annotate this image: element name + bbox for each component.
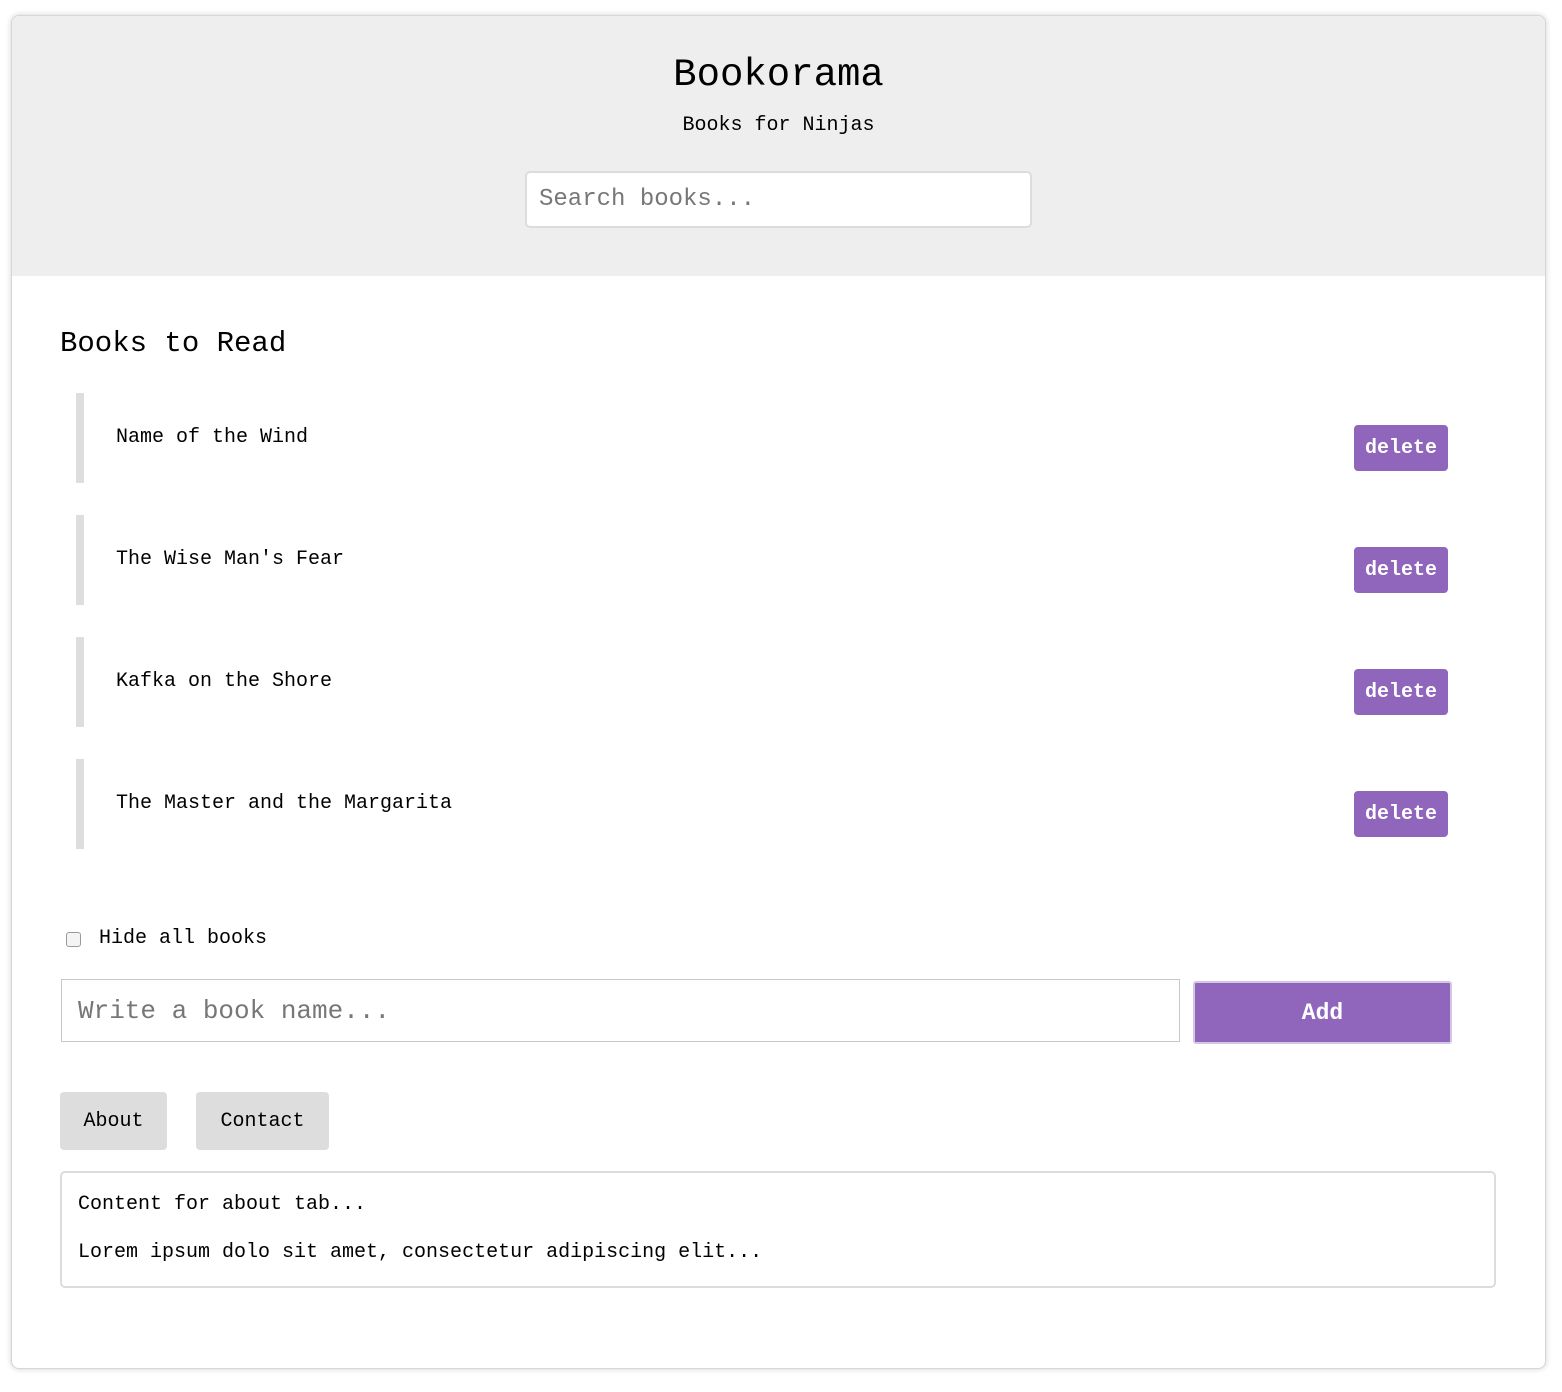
list-item: Kafka on the Shore delete	[76, 637, 1460, 727]
hide-books-toggle[interactable]: Hide all books	[66, 926, 267, 952]
search-input[interactable]	[525, 171, 1032, 228]
list-item: The Master and the Margarita delete	[76, 759, 1460, 849]
delete-button[interactable]: delete	[1354, 791, 1448, 837]
hide-books-label: Hide all books	[99, 927, 268, 950]
hide-books-checkbox[interactable]	[66, 931, 81, 947]
tab-panel: Content for about tab... Lorem ipsum dol…	[60, 1171, 1496, 1288]
page-header: Bookorama Books for Ninjas	[12, 16, 1545, 276]
tab-about[interactable]: About	[60, 1092, 167, 1150]
tab-panel-text: Lorem ipsum dolo sit amet, consectetur a…	[78, 1241, 763, 1264]
page-subtitle: Books for Ninjas	[682, 114, 875, 137]
book-list: Name of the Wind delete The Wise Man's F…	[76, 393, 1460, 881]
book-name: Name of the Wind	[116, 426, 309, 449]
page-title: Bookorama	[673, 53, 884, 97]
book-name: Kafka on the Shore	[116, 670, 333, 693]
tab-panel-heading: Content for about tab...	[78, 1193, 367, 1216]
delete-button[interactable]: delete	[1354, 669, 1448, 715]
book-name: The Master and the Margarita	[116, 792, 453, 815]
add-book-button[interactable]: Add	[1193, 981, 1452, 1044]
list-item: Name of the Wind delete	[76, 393, 1460, 483]
delete-button[interactable]: delete	[1354, 425, 1448, 471]
books-section-title: Books to Read	[60, 327, 287, 360]
tab-contact[interactable]: Contact	[196, 1092, 329, 1150]
list-item: The Wise Man's Fear delete	[76, 515, 1460, 605]
book-name: The Wise Man's Fear	[116, 548, 345, 571]
book-name-input[interactable]	[61, 979, 1180, 1042]
app-wrapper: Bookorama Books for Ninjas Books to Read…	[11, 15, 1546, 1369]
delete-button[interactable]: delete	[1354, 547, 1448, 593]
